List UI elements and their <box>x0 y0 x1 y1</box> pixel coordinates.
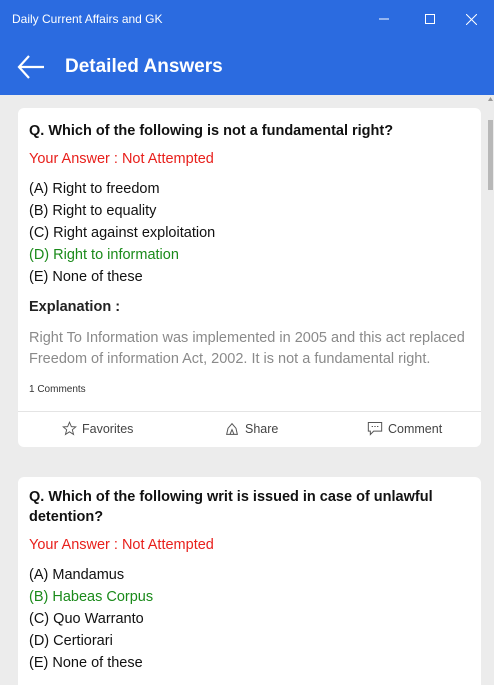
comment-button[interactable]: Comment <box>367 421 442 436</box>
option-text: Right to information <box>53 247 179 263</box>
close-icon <box>465 13 477 25</box>
comments-count[interactable]: 1 Comments <box>29 384 86 395</box>
option-text: Quo Warranto <box>53 611 144 627</box>
option-letter: (C) <box>29 611 50 627</box>
option-text: None of these <box>52 655 143 671</box>
close-button[interactable] <box>462 10 480 28</box>
star-icon <box>62 421 77 436</box>
comment-label: Comment <box>388 421 443 436</box>
card-actions: Favorites Share Comment <box>18 411 481 447</box>
maximize-button[interactable] <box>421 10 439 28</box>
maximize-icon <box>425 14 435 24</box>
share-button[interactable]: Share <box>224 421 278 437</box>
option-text: Right to freedom <box>52 181 160 197</box>
option-a: (A) Right to freedom <box>29 181 160 201</box>
app-header: Detailed Answers <box>0 39 494 95</box>
option-e: (E) None of these <box>29 269 143 289</box>
page-title: Detailed Answers <box>65 56 223 77</box>
explanation-label: Explanation : <box>29 299 121 315</box>
option-text: None of these <box>52 269 143 285</box>
window-titlebar: Daily Current Affairs and GK <box>0 0 494 39</box>
option-letter: (E) <box>29 269 49 285</box>
option-letter: (C) <box>29 225 50 241</box>
window-title: Daily Current Affairs and GK <box>12 12 163 26</box>
explanation-text: Right To Information was implemented in … <box>29 330 465 367</box>
option-c: (C) Quo Warranto <box>29 611 144 631</box>
question-text: Q. Which of the following is not a funda… <box>29 123 394 139</box>
minimize-button[interactable] <box>375 10 393 28</box>
share-icon <box>226 422 238 435</box>
minimize-icon <box>379 18 389 20</box>
option-letter: (D) <box>29 633 50 649</box>
question-text: Q. Which of the following writ is issued… <box>29 489 433 525</box>
option-b: (B) Right to equality <box>29 203 156 223</box>
option-c: (C) Right against exploitation <box>29 225 215 245</box>
share-label: Share <box>245 422 279 436</box>
your-answer-status: Your Answer : Not Attempted <box>29 537 214 553</box>
option-letter: (E) <box>29 655 49 671</box>
your-answer-status: Your Answer : Not Attempted <box>29 151 214 167</box>
option-text: Right against exploitation <box>53 225 216 241</box>
answers-list[interactable]: Q. Which of the following is not a funda… <box>0 95 494 685</box>
option-text: Certiorari <box>53 633 113 649</box>
option-d: (D) Certiorari <box>29 633 113 653</box>
back-arrow-icon <box>17 55 44 79</box>
option-text: Right to equality <box>52 203 157 219</box>
option-letter: (B) <box>29 589 49 605</box>
favorites-label: Favorites <box>82 421 134 436</box>
option-e: (E) None of these <box>29 655 143 675</box>
option-b-correct: (B) Habeas Corpus <box>29 589 153 609</box>
option-letter: (A) <box>29 181 49 197</box>
option-text: Habeas Corpus <box>52 589 154 605</box>
option-letter: (B) <box>29 203 49 219</box>
option-letter: (D) <box>29 247 50 263</box>
back-button[interactable] <box>16 53 46 81</box>
option-d-correct: (D) Right to information <box>29 247 179 267</box>
scroll-up-icon[interactable] <box>487 95 494 103</box>
comment-icon <box>367 422 383 436</box>
vertical-scrollbar[interactable] <box>487 95 494 685</box>
question-card: Q. Which of the following is not a funda… <box>18 108 481 447</box>
scroll-thumb[interactable] <box>488 120 493 190</box>
favorites-button[interactable]: Favorites <box>62 421 133 436</box>
option-letter: (A) <box>29 567 49 583</box>
option-text: Mandamus <box>52 567 125 583</box>
question-card: Q. Which of the following writ is issued… <box>18 477 481 685</box>
option-a: (A) Mandamus <box>29 567 124 587</box>
